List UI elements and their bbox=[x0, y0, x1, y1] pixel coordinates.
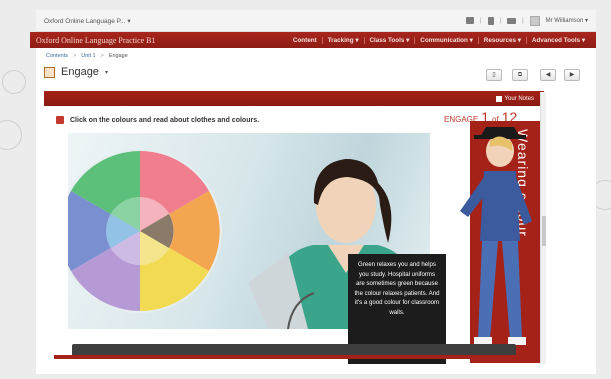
colour-wheel[interactable] bbox=[68, 133, 238, 329]
brand-title[interactable]: Oxford Online Language Practice B1 bbox=[36, 36, 156, 45]
nav-item-advanced-tools[interactable]: Advanced Tools ▾ bbox=[525, 36, 590, 44]
breadcrumb-separator: > bbox=[100, 53, 104, 59]
page-title: Engage bbox=[61, 66, 99, 78]
next-button[interactable]: ▶ bbox=[564, 69, 580, 81]
top-bar-tools: | | | Mr Williamson ▾ bbox=[465, 15, 588, 26]
separator: | bbox=[522, 17, 524, 24]
panel-header: Your Notes bbox=[44, 91, 544, 106]
instruction: Click on the colours and read about clot… bbox=[56, 116, 259, 124]
your-notes-label: Your Notes bbox=[504, 95, 534, 102]
instruction-text: Click on the colours and read about clot… bbox=[70, 116, 260, 124]
messages-icon[interactable] bbox=[465, 17, 474, 24]
breadcrumb-unit[interactable]: Unit 1 bbox=[81, 53, 95, 59]
nav-item-class-tools[interactable]: Class Tools ▾ bbox=[363, 36, 415, 44]
breadcrumb-current: Engage bbox=[108, 53, 128, 59]
main-nav: Oxford Online Language Practice B1 Conte… bbox=[30, 32, 596, 48]
activity-icon bbox=[44, 66, 55, 78]
scrollbar-thumb[interactable] bbox=[542, 216, 546, 246]
breadcrumb: Contents > Unit 1 > Engage bbox=[46, 53, 128, 59]
boy-image bbox=[460, 127, 532, 345]
notifications-icon[interactable] bbox=[487, 16, 494, 25]
avatar[interactable] bbox=[529, 15, 540, 26]
your-notes-button[interactable]: Your Notes bbox=[495, 95, 534, 102]
activity-panel: Your Notes Click on the colours and read… bbox=[44, 91, 544, 366]
site-title-dropdown[interactable]: Oxford Online Language P... ▾ bbox=[44, 17, 131, 25]
instruction-bullet-icon bbox=[56, 116, 64, 124]
separator: | bbox=[499, 17, 502, 24]
tooltip-text: Green relaxes you and helps you study. H… bbox=[354, 261, 440, 316]
nav-item-content[interactable]: Content bbox=[288, 37, 322, 44]
content-area: Contents > Unit 1 > Engage Engage ▾ ▯ ⧉ … bbox=[36, 48, 596, 374]
page-menu-chevron-icon[interactable]: ▾ bbox=[105, 69, 108, 76]
notes-icon bbox=[495, 95, 502, 102]
nav-item-communication[interactable]: Communication ▾ bbox=[414, 36, 478, 44]
page-header: Engage ▾ bbox=[44, 66, 108, 78]
background-decoration bbox=[0, 120, 22, 150]
nav-item-tracking[interactable]: Tracking ▾ bbox=[321, 36, 364, 44]
nav-item-resources[interactable]: Resources ▾ bbox=[477, 36, 526, 44]
copy-button[interactable]: ⧉ bbox=[512, 69, 528, 81]
previous-button[interactable]: ◀ bbox=[540, 69, 556, 81]
background-decoration bbox=[2, 70, 26, 94]
breadcrumb-separator: > bbox=[73, 53, 77, 59]
top-bar: Oxford Online Language P... ▾ | | | Mr W… bbox=[36, 10, 596, 32]
panel-scrollbar[interactable] bbox=[540, 92, 546, 364]
nav-menu: Content Tracking ▾ Class Tools ▾ Communi… bbox=[288, 36, 590, 44]
user-menu[interactable]: Mr Williamson ▾ bbox=[546, 17, 588, 24]
print-button[interactable]: ▯ bbox=[486, 69, 502, 81]
separator: | bbox=[479, 17, 482, 24]
panel-bottom-border bbox=[54, 355, 542, 359]
settings-icon[interactable] bbox=[507, 17, 517, 24]
breadcrumb-contents[interactable]: Contents bbox=[46, 53, 68, 59]
